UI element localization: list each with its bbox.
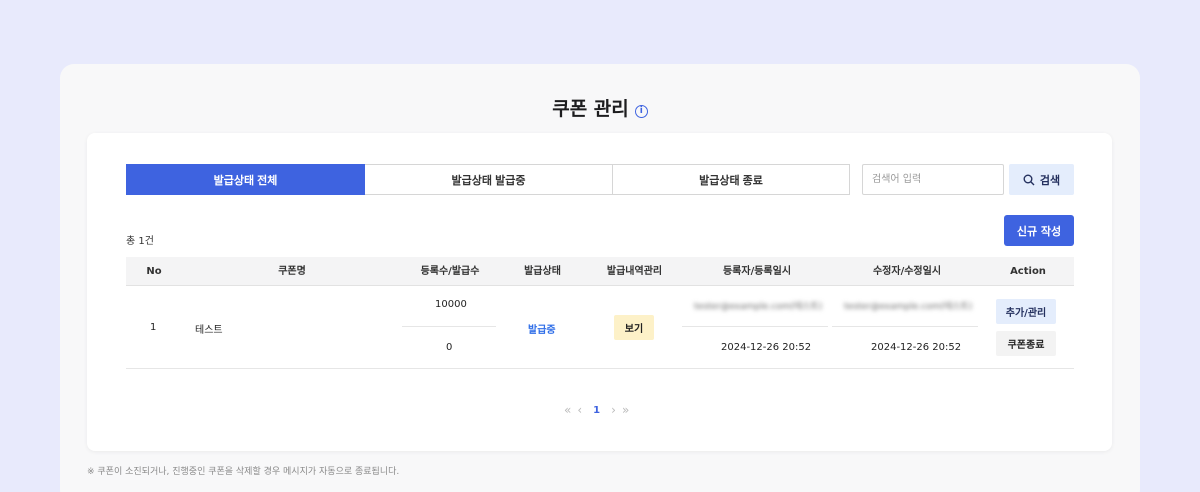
cell-divider bbox=[832, 326, 978, 327]
info-icon[interactable]: i bbox=[634, 105, 648, 118]
cell-divider bbox=[682, 326, 828, 327]
header-status: 발급상태 bbox=[524, 266, 561, 277]
header-count: 등록수/발급수 bbox=[420, 266, 480, 277]
cell-registered: 10000 bbox=[435, 299, 467, 310]
coupon-management-panel: 쿠폰 관리 i 발급상태 전체 발급상태 발급중 발급상태 종료 검색 총 1건 … bbox=[60, 64, 1140, 492]
cell-name: 테스트 bbox=[195, 325, 223, 336]
search-button[interactable]: 검색 bbox=[1009, 164, 1074, 195]
total-count: 총 1건 bbox=[126, 236, 154, 247]
table-header: No 쿠폰명 등록수/발급수 발급상태 발급내역관리 등록자/등록일시 수정자/… bbox=[126, 257, 1074, 286]
view-history-button[interactable]: 보기 bbox=[614, 315, 654, 340]
cell-register-time: 2024-12-26 20:52 bbox=[721, 342, 812, 353]
cell-modify-user: tester@example.com(테스트) bbox=[844, 302, 973, 312]
status-tabs: 발급상태 전체 발급상태 발급중 발급상태 종료 bbox=[126, 164, 850, 195]
coupon-card: 발급상태 전체 발급상태 발급중 발급상태 종료 검색 총 1건 신규 작성 N… bbox=[87, 133, 1112, 451]
last-page-icon[interactable]: » bbox=[622, 403, 629, 417]
page-title: 쿠폰 관리 i bbox=[60, 94, 1140, 121]
header-register: 등록자/등록일시 bbox=[722, 266, 792, 277]
tab-all[interactable]: 발급상태 전체 bbox=[126, 164, 365, 195]
new-coupon-button[interactable]: 신규 작성 bbox=[1004, 215, 1074, 246]
add-manage-button[interactable]: 추가/관리 bbox=[996, 299, 1056, 324]
header-action: Action bbox=[1010, 266, 1046, 277]
cell-status: 발급중 bbox=[528, 325, 556, 336]
search-input[interactable] bbox=[862, 164, 1004, 195]
header-no: No bbox=[146, 266, 162, 277]
pagination: « ‹ 1 › » bbox=[564, 403, 629, 417]
first-page-icon[interactable]: « bbox=[564, 403, 571, 417]
cell-issued: 0 bbox=[446, 342, 453, 353]
tab-ended[interactable]: 발급상태 종료 bbox=[613, 164, 850, 195]
next-page-icon[interactable]: › bbox=[611, 403, 616, 417]
cell-register-user: tester@example.com(테스트) bbox=[694, 302, 823, 312]
end-coupon-button[interactable]: 쿠폰종료 bbox=[996, 331, 1056, 356]
tab-issuing[interactable]: 발급상태 발급중 bbox=[365, 164, 613, 195]
prev-page-icon[interactable]: ‹ bbox=[577, 403, 582, 417]
page-current[interactable]: 1 bbox=[588, 405, 605, 416]
search-button-label: 검색 bbox=[1039, 173, 1061, 187]
search-icon bbox=[1023, 174, 1035, 185]
cell-modify-time: 2024-12-26 20:52 bbox=[871, 342, 962, 353]
cell-divider bbox=[402, 326, 496, 327]
footer-note: ※ 쿠폰이 소진되거나, 진행중인 쿠폰을 삭제할 경우 메시지가 자동으로 종… bbox=[87, 467, 400, 477]
table-row: 1 테스트 10000 0 발급중 보기 tester@example.com(… bbox=[126, 286, 1074, 369]
header-modify: 수정자/수정일시 bbox=[872, 266, 942, 277]
page-title-text: 쿠폰 관리 bbox=[552, 98, 629, 120]
header-history: 발급내역관리 bbox=[606, 266, 663, 277]
header-name: 쿠폰명 bbox=[278, 266, 306, 277]
cell-no: 1 bbox=[150, 322, 157, 333]
